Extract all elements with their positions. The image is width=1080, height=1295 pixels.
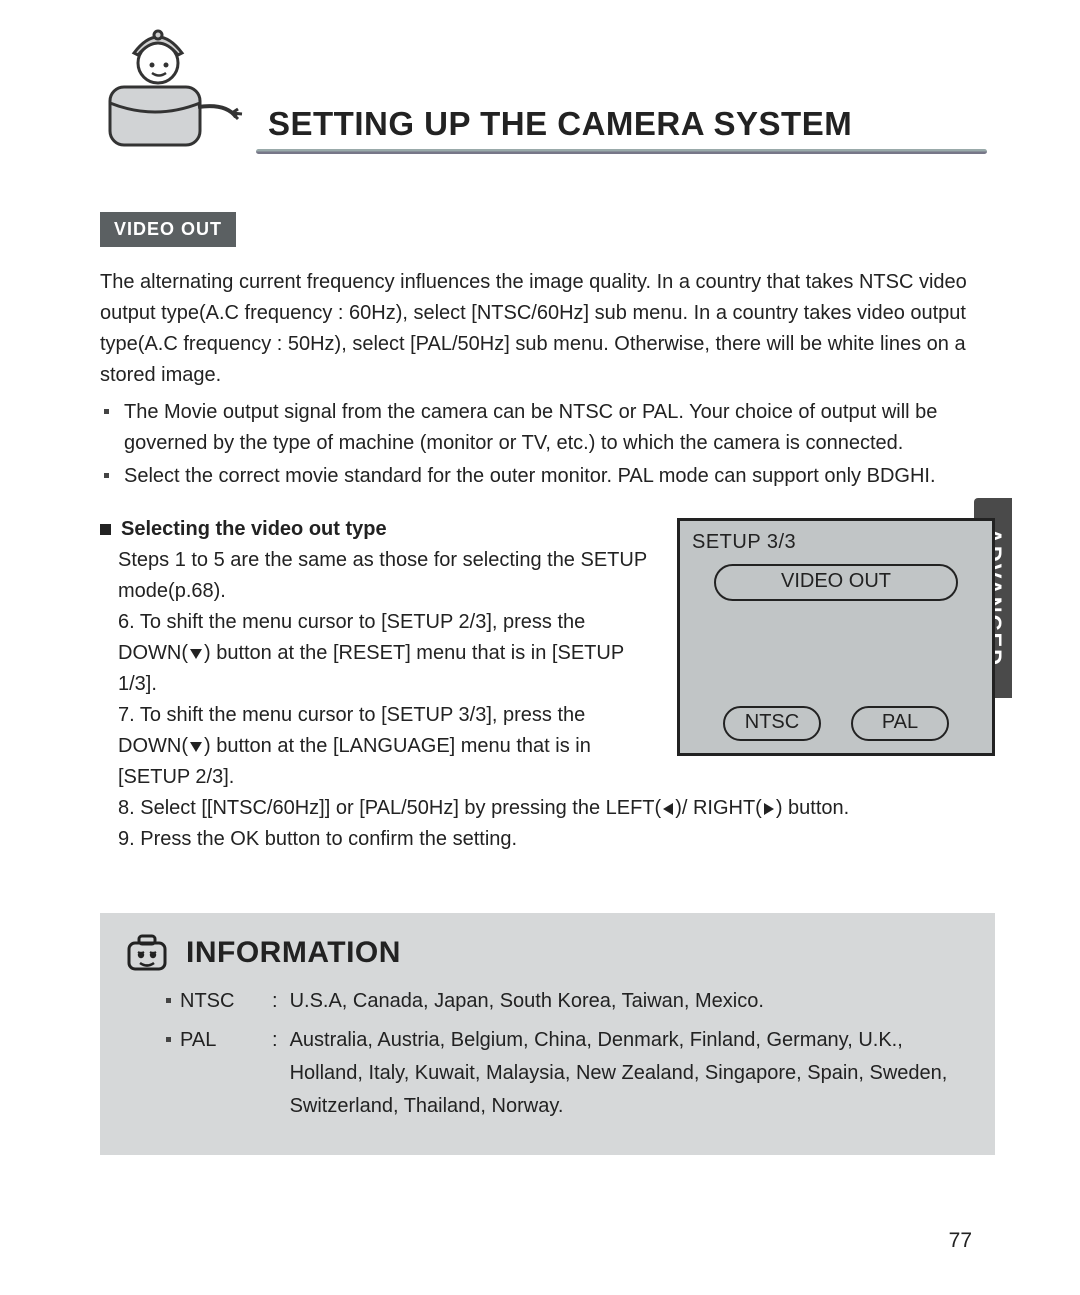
manual-page: ADVANCED SETTING UP THE CAMER — [0, 0, 1080, 1295]
down-arrow-icon — [190, 649, 202, 659]
bullet-item: The Movie output signal from the camera … — [114, 397, 995, 459]
info-term: NTSC — [180, 985, 264, 1018]
subheading-text: Selecting the video out type — [121, 518, 387, 541]
camera-screen-diagram: SETUP 3/3 VIDEO OUT NTSC PAL — [677, 518, 995, 756]
bullet-item: Select the correct movie standard for th… — [114, 461, 995, 492]
screen-menu-item: VIDEO OUT — [714, 564, 958, 601]
step-8: 8. Select [[NTSC/60Hz]] or [PAL/50Hz] by… — [100, 793, 995, 824]
screen-option-ntsc: NTSC — [723, 706, 821, 741]
intro-bullets: The Movie output signal from the camera … — [100, 397, 995, 492]
information-title: INFORMATION — [186, 936, 401, 970]
down-arrow-icon — [190, 742, 202, 752]
steps-lead: Steps 1 to 5 are the same as those for s… — [100, 545, 651, 607]
camera-face-icon — [126, 933, 168, 973]
page-title: SETTING UP THE CAMERA SYSTEM — [268, 105, 987, 143]
page-number: 77 — [949, 1229, 972, 1253]
left-arrow-icon — [663, 803, 673, 815]
screen-title: SETUP 3/3 — [692, 531, 980, 554]
section-label-video-out: VIDEO OUT — [100, 212, 236, 247]
info-desc: Australia, Austria, Belgium, China, Denm… — [290, 1024, 969, 1123]
subheading: Selecting the video out type — [100, 518, 651, 541]
right-arrow-icon — [764, 803, 774, 815]
info-row-ntsc: NTSC : U.S.A, Canada, Japan, South Korea… — [166, 985, 969, 1024]
mascot-illustration — [100, 25, 250, 160]
screen-option-pal: PAL — [851, 706, 949, 741]
step-6: 6. To shift the menu cursor to [SETUP 2/… — [100, 607, 651, 700]
info-row-pal: PAL : Australia, Austria, Belgium, China… — [166, 1024, 969, 1129]
info-desc: U.S.A, Canada, Japan, South Korea, Taiwa… — [290, 985, 969, 1018]
step-7: 7. To shift the menu cursor to [SETUP 3/… — [100, 700, 651, 793]
step-9: 9. Press the OK button to confirm the se… — [100, 824, 995, 855]
intro-paragraph: The alternating current frequency influe… — [100, 267, 995, 391]
info-term: PAL — [180, 1024, 264, 1123]
title-rule — [256, 149, 987, 154]
information-box: INFORMATION NTSC : U.S.A, Canada, Japan,… — [100, 913, 995, 1155]
square-bullet-icon — [100, 524, 111, 535]
page-header: SETTING UP THE CAMERA SYSTEM — [100, 25, 995, 160]
steps-and-screen: Selecting the video out type Steps 1 to … — [100, 518, 995, 793]
